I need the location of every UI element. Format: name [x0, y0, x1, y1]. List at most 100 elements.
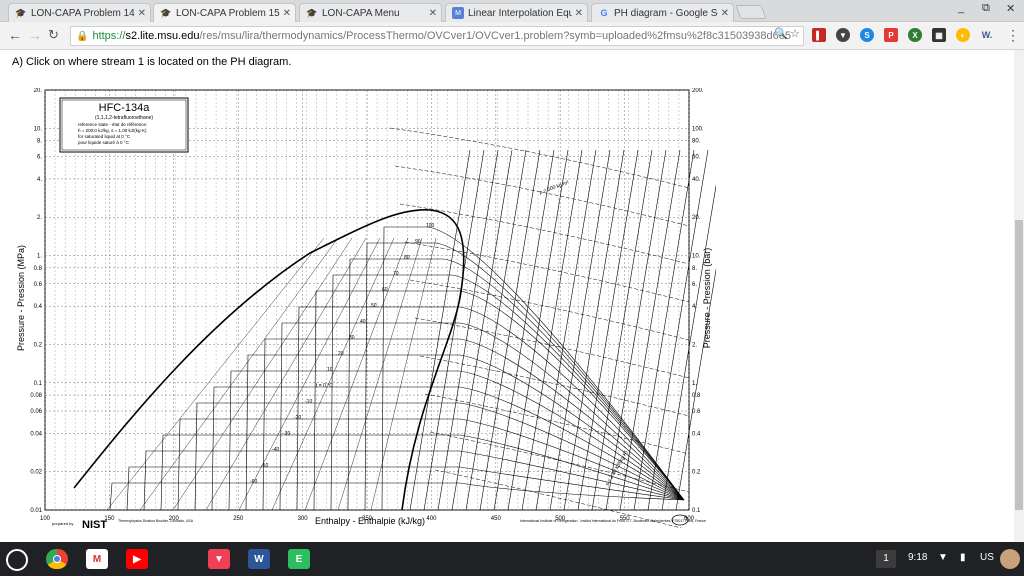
isotherm-label: 70	[393, 271, 399, 277]
question-text: A) Click on where stream 1 is located on…	[12, 56, 292, 68]
new-tab-button[interactable]	[735, 5, 767, 19]
tab-linear-interpolation[interactable]: M Linear Interpolation Equ ✕	[445, 3, 588, 22]
left-tick-label: 0.6	[34, 282, 43, 288]
iir-footer: International Institute of Refrigeration…	[520, 514, 706, 526]
x-axis-label: Enthalpy - Enthalpie (kJ/kg)	[315, 516, 425, 526]
drive-extension-icon[interactable]: ◐	[956, 28, 970, 42]
bookmark-star-icon[interactable]: ☆	[790, 27, 800, 40]
tab-loncapa-14[interactable]: 🎓 LON-CAPA Problem 14 c ✕	[8, 3, 151, 22]
pocket-icon[interactable]: ▼	[208, 549, 230, 569]
close-icon[interactable]: ✕	[721, 8, 729, 19]
xbox-extension-icon[interactable]: X	[908, 28, 922, 42]
pinterest-extension-icon[interactable]: P	[884, 28, 898, 42]
locale[interactable]: US	[980, 552, 994, 563]
word-icon[interactable]: W	[248, 549, 270, 569]
right-tick-label: 2.	[692, 342, 697, 348]
left-tick-label: 1.	[37, 254, 42, 260]
zoom-icon[interactable]: 🔍	[774, 27, 788, 40]
right-tick-label: 200.	[692, 88, 704, 94]
ref-line-4: pour liquide saturé à 0 °C	[78, 140, 130, 145]
ref-line-2: h = 200.0 kJ/kg, s = 1.00 kJ/(kg·K)	[78, 128, 147, 133]
left-tick-label: 0.08	[30, 393, 42, 399]
x-tick-label: 250	[233, 516, 244, 522]
left-tick-label: 6.	[37, 155, 42, 161]
left-tick-label: 0.01	[30, 508, 42, 514]
address-bar[interactable]: 🔒 https:// s2.lite.msu.edu /res/msu/lira…	[70, 26, 804, 46]
launcher-icon[interactable]	[6, 549, 28, 571]
right-tick-label: 80.	[692, 139, 701, 145]
close-window-button[interactable]: ✕	[1006, 2, 1015, 15]
diagram-title: HFC-134a	[99, 102, 151, 114]
tab-loncapa-menu[interactable]: 🎓 LON-CAPA Menu ✕	[299, 3, 442, 22]
right-tick-label: 0.6	[692, 409, 701, 415]
isotherm-label: -20	[294, 415, 301, 421]
ref-line-3: for saturated liquid at 0 °C	[78, 134, 131, 139]
isotherm-label: 60	[382, 287, 388, 293]
url-host: s2.lite.msu.edu	[125, 30, 200, 42]
loncapa-icon: 🎓	[15, 7, 27, 18]
evernote-icon[interactable]: E	[288, 549, 310, 569]
left-tick-label: 10.	[34, 126, 43, 132]
extension-flag-icon[interactable]: ▌	[812, 28, 826, 42]
lock-icon: 🔒	[76, 30, 89, 42]
battery-icon[interactable]: ▮	[960, 552, 966, 563]
menu-icon[interactable]: ⋮	[1006, 27, 1020, 43]
nist-sub: Thermophysics Division Boulder, Colorado…	[118, 519, 194, 523]
ref-line-1: reference state - état de référence:	[78, 122, 147, 127]
isotherm-label: 10	[327, 367, 333, 373]
isotherm-label: t = 0 °C	[316, 383, 333, 389]
prepared-by: prepared by	[52, 521, 73, 526]
isotherm-label: 40	[360, 319, 366, 325]
left-tick-label: 0.8	[34, 266, 43, 272]
right-tick-label: 0.4	[692, 431, 701, 437]
clock[interactable]: 9:18	[908, 552, 927, 563]
ph-diagram[interactable]: -60 -50 -40 -30 -20 -10 t = 0 °C 10 20 30 40 50 60 70…	[10, 88, 716, 528]
back-icon[interactable]: ←	[8, 27, 22, 43]
close-icon[interactable]: ✕	[429, 8, 437, 19]
left-tick-label: 0.04	[30, 431, 42, 437]
gmail-icon[interactable]: M	[86, 549, 108, 569]
tab-loncapa-15[interactable]: 🎓 LON-CAPA Problem 15 c ✕	[153, 3, 296, 23]
reload-icon[interactable]: ↻	[48, 27, 59, 43]
page-scrollbar[interactable]	[1014, 50, 1024, 542]
left-tick-label: 0.06	[30, 409, 42, 415]
notification-count[interactable]: 1	[876, 550, 896, 568]
tab-title: LON-CAPA Menu	[322, 7, 400, 19]
y-axis-right-label: Pressure - Pression (bar)	[702, 248, 712, 349]
x-tick-label: 100	[40, 516, 51, 522]
avatar[interactable]	[1000, 549, 1020, 569]
wifi-icon[interactable]: ▼	[938, 552, 948, 563]
isotherm-label: 100	[426, 223, 435, 229]
right-tick-label: 8.	[692, 266, 697, 272]
pocket-extension-icon[interactable]: ▼	[836, 28, 850, 42]
restore-button[interactable]: ⧉	[982, 2, 990, 15]
tab-title: LON-CAPA Problem 14 c	[31, 7, 135, 19]
minimize-button[interactable]: _	[958, 2, 964, 14]
nist-logo: NIST	[82, 519, 107, 528]
left-tick-label: 8.	[37, 139, 42, 145]
diagram-subtitle: (1,1,1,2-tetrafluoroethane)	[95, 115, 153, 121]
url-scheme: https://	[92, 30, 126, 42]
os-taskbar: M ▶ ▼ W E 1 9:18 ▼ ▮ US	[0, 542, 1024, 576]
isotherm-label: -60	[250, 479, 257, 485]
scrollbar-thumb[interactable]	[1015, 220, 1023, 510]
forward-icon[interactable]: →	[28, 27, 42, 43]
x-tick-label: 300	[298, 516, 309, 522]
close-icon[interactable]: ✕	[138, 8, 146, 19]
close-icon[interactable]: ✕	[283, 8, 291, 19]
isotherm-label: -40	[272, 447, 279, 453]
right-tick-label: 100.	[692, 126, 704, 132]
chrome-icon[interactable]	[46, 549, 68, 569]
skype-extension-icon[interactable]: S	[860, 28, 874, 42]
video-extension-icon[interactable]: ▦	[932, 28, 946, 42]
word-extension-icon[interactable]: W.	[980, 28, 994, 42]
close-icon[interactable]: ✕	[575, 8, 583, 19]
tab-title: LON-CAPA Problem 15 c	[176, 8, 280, 19]
isotherm-label: 50	[371, 303, 377, 309]
isotherm-label: -50	[261, 463, 268, 469]
isotherm-label: 80	[404, 255, 410, 261]
tab-ph-diagram-google[interactable]: G PH diagram - Google Se ✕	[591, 3, 734, 22]
right-tick-label: 1.	[692, 381, 697, 387]
isotherm-label: 30	[349, 335, 355, 341]
youtube-icon[interactable]: ▶	[126, 549, 148, 569]
